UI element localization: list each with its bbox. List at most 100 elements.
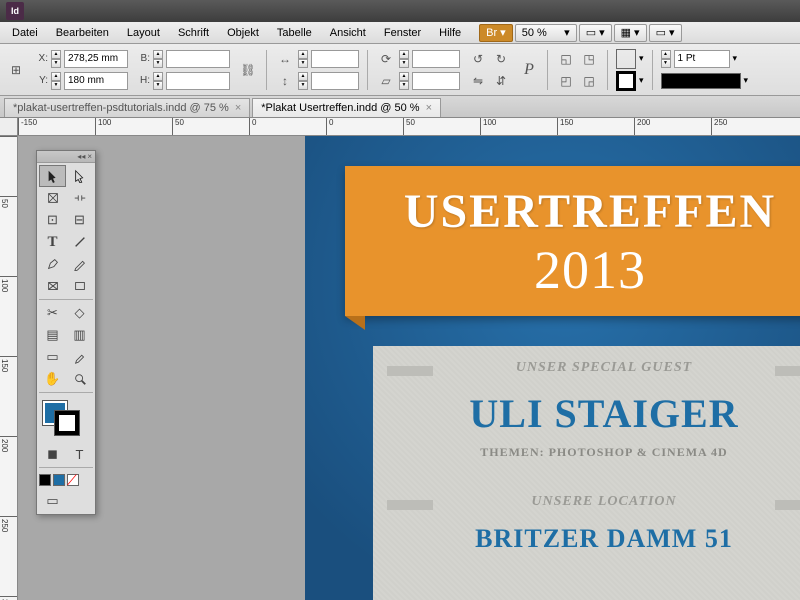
- select-container-icon[interactable]: ◱: [556, 49, 576, 69]
- ruler-vertical[interactable]: 50100150200250300: [0, 136, 18, 600]
- stroke-weight-input[interactable]: [674, 50, 730, 68]
- content-collector-tool[interactable]: ⊡: [39, 209, 66, 231]
- canvas[interactable]: USERTREFFEN 2013 UNSER SPECIAL GUEST ULI…: [18, 136, 800, 600]
- flip-v-icon[interactable]: ⇵: [491, 71, 511, 91]
- stroke-color[interactable]: [55, 411, 79, 435]
- zoom-select[interactable]: 50 %▾: [515, 24, 577, 42]
- fill-swatch[interactable]: [616, 49, 636, 69]
- menu-ansicht[interactable]: Ansicht: [322, 25, 374, 41]
- hand-tool[interactable]: ✋: [39, 368, 66, 390]
- x-input[interactable]: [64, 50, 128, 68]
- ruler-origin[interactable]: [0, 118, 18, 136]
- rotate-input[interactable]: [412, 50, 460, 68]
- tools-panel-header[interactable]: ◂◂×: [37, 151, 95, 163]
- scale-y-icon[interactable]: ↕: [275, 71, 295, 91]
- location-name: BRITZER DAMM 51: [373, 516, 800, 554]
- y-stepper[interactable]: ▲▼: [51, 72, 61, 90]
- monitor-icon: ▭: [656, 26, 666, 39]
- ruler-horizontal[interactable]: -150100500050100150200250: [18, 118, 800, 136]
- stroke-style-select[interactable]: [661, 73, 741, 89]
- tab-document-1[interactable]: *plakat-usertreffen-psdtutorials.indd @ …: [4, 98, 250, 117]
- reference-point-icon[interactable]: ⊞: [6, 60, 26, 80]
- h-stepper[interactable]: ▲▼: [153, 72, 163, 90]
- menu-bearbeiten[interactable]: Bearbeiten: [48, 25, 117, 41]
- gradient-feather-tool[interactable]: ▥: [66, 324, 93, 346]
- direct-selection-tool[interactable]: [66, 165, 93, 187]
- constrain-icon[interactable]: ⛓: [238, 60, 258, 80]
- type-tool[interactable]: T: [39, 231, 66, 253]
- tools-panel[interactable]: ◂◂× ⊡ ⊟ T ✂ ◇ ▤ ▥ ▭ ✋: [36, 150, 96, 515]
- rotate-cw-icon[interactable]: ↻: [491, 49, 511, 69]
- sx-stepper[interactable]: ▲▼: [298, 50, 308, 68]
- menu-fenster[interactable]: Fenster: [376, 25, 429, 41]
- select-prev-icon[interactable]: ◰: [556, 71, 576, 91]
- x-stepper[interactable]: ▲▼: [51, 50, 61, 68]
- select-next-icon[interactable]: ◲: [579, 71, 599, 91]
- select-content-icon[interactable]: ◳: [579, 49, 599, 69]
- scale-x-icon[interactable]: ↔: [275, 49, 295, 69]
- rotate-icon[interactable]: ⟳: [376, 49, 396, 69]
- content-placer-tool[interactable]: ⊟: [66, 209, 93, 231]
- swatch-none[interactable]: ⟋: [67, 474, 79, 486]
- rot-stepper[interactable]: ▲▼: [399, 50, 409, 68]
- note-tool[interactable]: ▭: [39, 346, 66, 368]
- pencil-tool[interactable]: [66, 253, 93, 275]
- chevron-down-icon[interactable]: ▾: [744, 75, 749, 86]
- y-input[interactable]: [64, 72, 128, 90]
- line-tool[interactable]: [66, 231, 93, 253]
- swatch-blue[interactable]: [53, 474, 65, 486]
- swatch-black[interactable]: [39, 474, 51, 486]
- shear-input[interactable]: [412, 72, 460, 90]
- view-mode-tool[interactable]: ▭: [39, 490, 66, 512]
- width-input[interactable]: [166, 50, 230, 68]
- stroke-swatch[interactable]: [616, 71, 636, 91]
- menu-schrift[interactable]: Schrift: [170, 25, 217, 41]
- paragraph-icon[interactable]: P: [519, 60, 539, 80]
- scale-y-input[interactable]: [311, 72, 359, 90]
- sy-stepper[interactable]: ▲▼: [298, 72, 308, 90]
- section-location-label: UNSERE LOCATION: [373, 480, 800, 516]
- rectangle-tool[interactable]: [66, 275, 93, 297]
- zoom-tool[interactable]: [66, 368, 93, 390]
- stroke-stepper[interactable]: ▲▼: [661, 50, 671, 68]
- close-icon[interactable]: ×: [87, 152, 92, 161]
- page-tool[interactable]: [39, 187, 66, 209]
- apply-text-color-tool[interactable]: T: [66, 443, 93, 465]
- gradient-swatch-tool[interactable]: ▤: [39, 324, 66, 346]
- close-icon[interactable]: ×: [235, 102, 241, 114]
- pen-tool[interactable]: [39, 253, 66, 275]
- banner[interactable]: USERTREFFEN 2013: [345, 166, 800, 316]
- view-mode-button[interactable]: ▭▾: [579, 24, 612, 42]
- chevron-down-icon[interactable]: ▾: [733, 53, 738, 64]
- free-transform-tool[interactable]: ◇: [66, 302, 93, 324]
- rectangle-frame-tool[interactable]: [39, 275, 66, 297]
- zoom-value: 50 %: [522, 27, 547, 39]
- collapse-icon[interactable]: ◂◂: [77, 152, 85, 161]
- content-panel[interactable]: UNSER SPECIAL GUEST ULI STAIGER THEMEN: …: [373, 346, 800, 600]
- scissors-tool[interactable]: ✂: [39, 302, 66, 324]
- chevron-down-icon[interactable]: ▾: [639, 75, 644, 86]
- shear-icon[interactable]: ▱: [376, 71, 396, 91]
- arrange-button[interactable]: ▦▾: [614, 24, 647, 42]
- eyedropper-tool[interactable]: [66, 346, 93, 368]
- screen-mode-button[interactable]: ▭▾: [649, 24, 682, 42]
- bridge-button[interactable]: Br▾: [479, 24, 513, 42]
- gap-tool[interactable]: [66, 187, 93, 209]
- height-input[interactable]: [166, 72, 230, 90]
- shear-stepper[interactable]: ▲▼: [399, 72, 409, 90]
- menu-layout[interactable]: Layout: [119, 25, 168, 41]
- menu-tabelle[interactable]: Tabelle: [269, 25, 320, 41]
- rotate-ccw-icon[interactable]: ↺: [468, 49, 488, 69]
- menu-objekt[interactable]: Objekt: [219, 25, 267, 41]
- selection-tool[interactable]: [39, 165, 66, 187]
- document-page[interactable]: USERTREFFEN 2013 UNSER SPECIAL GUEST ULI…: [305, 136, 800, 600]
- menu-hilfe[interactable]: Hilfe: [431, 25, 469, 41]
- apply-color-tool[interactable]: ◼: [39, 443, 66, 465]
- scale-x-input[interactable]: [311, 50, 359, 68]
- chevron-down-icon[interactable]: ▾: [639, 53, 644, 64]
- flip-h-icon[interactable]: ⇋: [468, 71, 488, 91]
- close-icon[interactable]: ×: [426, 102, 432, 114]
- menu-datei[interactable]: Datei: [4, 25, 46, 41]
- tab-document-2[interactable]: *Plakat Usertreffen.indd @ 50 %×: [252, 98, 441, 117]
- w-stepper[interactable]: ▲▼: [153, 50, 163, 68]
